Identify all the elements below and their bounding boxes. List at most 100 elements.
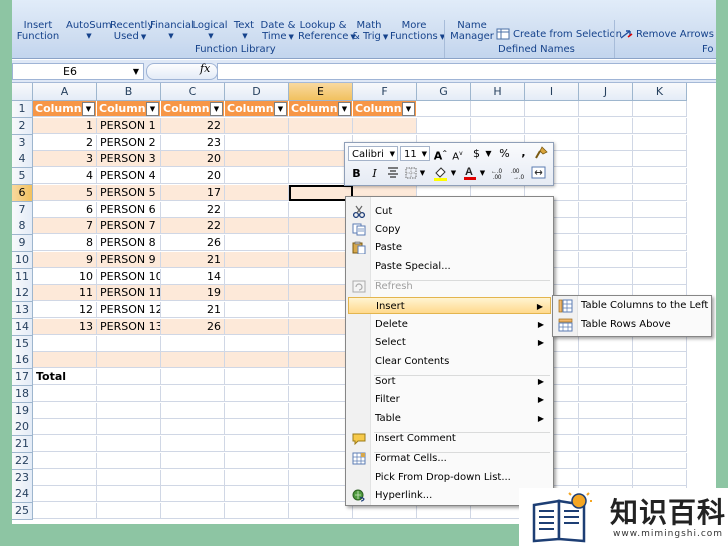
row-header-24[interactable]: 24: [12, 486, 33, 504]
cell[interactable]: [633, 369, 687, 385]
cell[interactable]: [97, 402, 161, 419]
name-box[interactable]: E6 ▼: [12, 63, 144, 80]
cell[interactable]: [633, 385, 687, 402]
remove-arrows-button[interactable]: Remove Arrows▼: [619, 28, 716, 40]
cell[interactable]: [97, 486, 161, 503]
cell[interactable]: [579, 268, 633, 285]
cell[interactable]: [225, 302, 289, 318]
menu-item-format-cells[interactable]: Format Cells...: [348, 450, 551, 467]
cell[interactable]: [161, 385, 225, 402]
borders-dropdown-icon[interactable]: ▼: [415, 167, 430, 180]
table-cell-column2[interactable]: PERSON 10: [97, 268, 161, 285]
table-cell-column3[interactable]: 17: [161, 184, 225, 201]
cell[interactable]: [579, 218, 633, 235]
cell[interactable]: [633, 201, 687, 218]
ribbon-button-7[interactable]: Lookup & Reference ▼: [298, 20, 356, 43]
menu-item-insert-comment[interactable]: Insert Comment: [348, 430, 551, 447]
menu-item-paste-special[interactable]: Paste Special...: [348, 258, 551, 275]
ribbon-button-5[interactable]: Text ▼: [230, 20, 258, 42]
table-cell-column2[interactable]: PERSON 1: [97, 117, 161, 134]
cell[interactable]: [579, 419, 633, 436]
row-header-16[interactable]: 16: [12, 352, 33, 370]
table-header-cell[interactable]: Column2 ▼: [97, 101, 161, 117]
table-cell-column2[interactable]: PERSON 4: [97, 168, 161, 184]
menu-item-select[interactable]: Select ▶: [348, 334, 551, 351]
cell[interactable]: [289, 369, 353, 385]
table-cell-column3[interactable]: 22: [161, 218, 225, 235]
italic-icon[interactable]: I: [367, 167, 382, 180]
menu-item-clear-contents[interactable]: Clear Contents: [348, 353, 551, 370]
cell[interactable]: [289, 318, 353, 335]
table-cell-column2[interactable]: PERSON 3: [97, 151, 161, 168]
ribbon-button-3[interactable]: Financial ▼: [150, 20, 194, 42]
cell[interactable]: [225, 436, 289, 452]
row-header-18[interactable]: 18: [12, 385, 33, 403]
cell[interactable]: [289, 486, 353, 503]
filter-dropdown-icon[interactable]: ▼: [146, 102, 159, 116]
increase-decimal-icon[interactable]: ←.0.00: [491, 167, 506, 183]
cell[interactable]: [579, 117, 633, 134]
table-header-cell[interactable]: Column3 ▼: [161, 101, 225, 117]
table-cell-column2[interactable]: PERSON 11: [97, 285, 161, 302]
filter-dropdown-icon[interactable]: ▼: [82, 102, 95, 116]
column-header-h[interactable]: H: [471, 83, 525, 101]
menu-item-insert[interactable]: Insert ▶: [348, 297, 551, 314]
cell[interactable]: [579, 452, 633, 469]
column-header-k[interactable]: K: [633, 83, 687, 101]
cell[interactable]: [97, 503, 161, 519]
cell[interactable]: [225, 117, 289, 134]
cell[interactable]: [471, 101, 525, 117]
cell[interactable]: [289, 201, 353, 218]
table-cell-column3[interactable]: 22: [161, 201, 225, 218]
cell[interactable]: [97, 419, 161, 436]
cell[interactable]: [225, 201, 289, 218]
menu-item-copy[interactable]: Copy: [348, 221, 551, 238]
percent-format-icon[interactable]: %: [497, 147, 512, 160]
cell[interactable]: [225, 184, 289, 201]
column-header-f[interactable]: F: [353, 83, 417, 101]
cell[interactable]: [417, 101, 471, 117]
cell[interactable]: [225, 134, 289, 151]
cell[interactable]: [471, 117, 525, 134]
decrease-decimal-icon[interactable]: .00 →.0: [511, 167, 526, 183]
cell[interactable]: [225, 168, 289, 184]
ribbon-button-0[interactable]: Insert Function: [16, 20, 60, 42]
row-header-19[interactable]: 19: [12, 402, 33, 420]
menu-item-cut[interactable]: Cut: [348, 203, 551, 220]
filter-dropdown-icon[interactable]: ▼: [402, 102, 415, 116]
ribbon-button-4[interactable]: Logical ▼: [192, 20, 228, 42]
table-cell-column3[interactable]: 22: [161, 117, 225, 134]
table-cell-column3[interactable]: 20: [161, 151, 225, 168]
cell[interactable]: [633, 251, 687, 268]
submenu-item-table-columns-to-the-left[interactable]: Table Columns to the Left: [555, 297, 709, 315]
table-cell-column1[interactable]: 6: [33, 201, 97, 218]
row-header-1[interactable]: 1: [12, 101, 33, 118]
table-cell-column2[interactable]: PERSON 13: [97, 318, 161, 335]
bold-icon[interactable]: B: [349, 167, 364, 180]
font-color-dropdown-icon[interactable]: ▼: [475, 167, 490, 180]
row-header-6[interactable]: 6: [12, 184, 33, 202]
cell[interactable]: [33, 402, 97, 419]
table-cell-column1[interactable]: 1: [33, 117, 97, 134]
column-header-d[interactable]: D: [225, 83, 289, 101]
cell[interactable]: [225, 452, 289, 469]
cell[interactable]: [525, 117, 579, 134]
column-header-g[interactable]: G: [417, 83, 471, 101]
cell[interactable]: [225, 503, 289, 519]
cell[interactable]: [289, 335, 353, 352]
cell[interactable]: [225, 385, 289, 402]
ribbon-button-8[interactable]: Math & Trig ▼: [352, 20, 388, 43]
cell[interactable]: [33, 419, 97, 436]
cell[interactable]: [225, 268, 289, 285]
cell[interactable]: [225, 285, 289, 302]
font-size-select[interactable]: 11 ▼: [400, 146, 430, 161]
table-cell-column2[interactable]: PERSON 8: [97, 235, 161, 251]
cell[interactable]: [225, 235, 289, 251]
cell[interactable]: [161, 436, 225, 452]
row-header-13[interactable]: 13: [12, 302, 33, 319]
cell[interactable]: [289, 285, 353, 302]
row-header-10[interactable]: 10: [12, 251, 33, 269]
shrink-font-icon[interactable]: Av: [450, 147, 465, 163]
menu-item-table[interactable]: Table ▶: [348, 410, 551, 427]
cell[interactable]: [579, 134, 633, 151]
